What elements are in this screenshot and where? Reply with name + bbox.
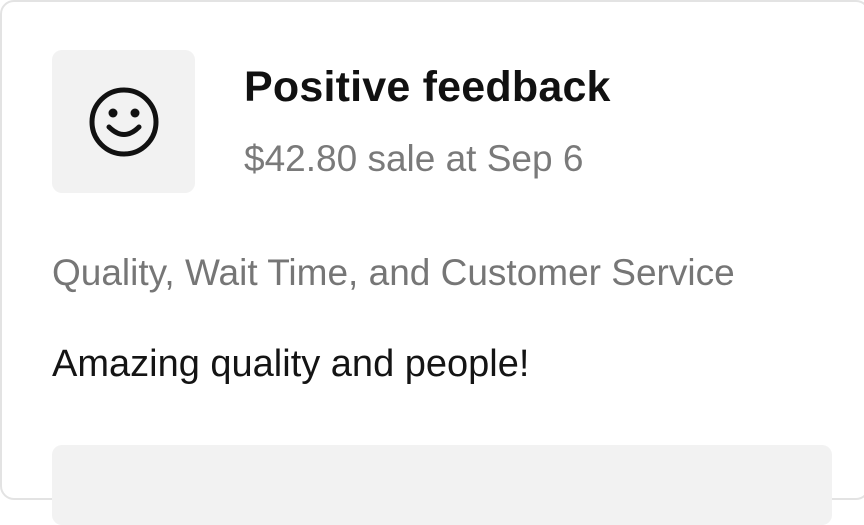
sale-info: $42.80 sale at Sep 6 [244, 138, 584, 179]
smiley-face-icon [89, 87, 158, 156]
feedback-comment: Amazing quality and people! [52, 343, 530, 385]
feedback-icon-tile [52, 50, 195, 193]
feedback-categories: Quality, Wait Time, and Customer Service [52, 252, 735, 293]
feedback-title: Positive feedback [244, 63, 611, 111]
reply-panel[interactable] [52, 445, 832, 525]
feedback-card: Positive feedback $42.80 sale at Sep 6 Q… [0, 0, 864, 525]
